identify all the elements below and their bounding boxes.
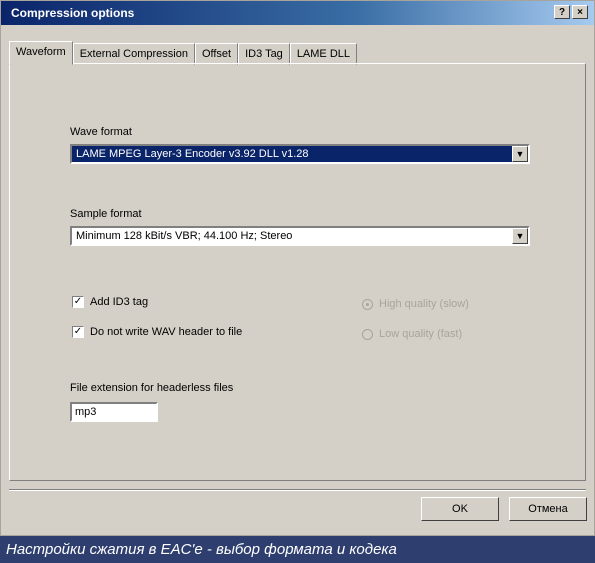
high-quality-radio[interactable]: High quality (slow) [362,298,469,310]
window-title: Compression options [11,6,135,20]
close-button[interactable]: × [572,5,588,19]
checkbox-box[interactable]: ✓ [72,326,84,338]
add-id3-tag-checkbox[interactable]: ✓ Add ID3 tag [72,296,148,308]
radio-dot[interactable] [362,298,373,310]
checkbox-box[interactable]: ✓ [72,296,84,308]
separator [9,489,586,491]
sample-format-value: Minimum 128 kBit/s VBR; 44.100 Hz; Stere… [76,230,293,242]
title-bar: Compression options ? × [1,1,594,25]
cancel-button[interactable]: Отмена [509,497,587,521]
sample-format-label: Sample format [70,208,142,220]
radio-dot[interactable] [362,328,373,340]
extension-input[interactable]: mp3 [70,402,158,422]
ok-button[interactable]: OK [421,497,499,521]
title-bar-buttons: ? × [554,5,588,19]
no-wav-header-checkbox[interactable]: ✓ Do not write WAV header to file [72,326,242,338]
low-quality-radio[interactable]: Low quality (fast) [362,328,462,340]
tab-lame-dll[interactable]: LAME DLL [289,43,358,65]
waveform-panel: Wave format LAME MPEG Layer-3 Encoder v3… [9,63,586,481]
figure-caption: Настройки сжатия в EAC'е - выбор формата… [0,536,595,563]
help-button[interactable]: ? [554,5,570,19]
add-id3-tag-label: Add ID3 tag [90,296,149,308]
tab-id3-tag[interactable]: ID3 Tag [238,43,290,65]
tab-external-compression[interactable]: External Compression [72,43,195,65]
wave-format-value: LAME MPEG Layer-3 Encoder v3.92 DLL v1.2… [76,148,309,160]
compression-options-dialog: Compression options ? × Waveform Externa… [0,0,595,536]
tab-offset[interactable]: Offset [194,43,239,65]
chevron-down-icon[interactable]: ▼ [512,228,528,244]
chevron-down-icon[interactable]: ▼ [512,146,528,162]
extension-label: File extension for headerless files [70,382,234,394]
low-quality-label: Low quality (fast) [379,328,463,340]
sample-format-select[interactable]: Minimum 128 kBit/s VBR; 44.100 Hz; Stere… [70,226,530,246]
wave-format-label: Wave format [70,126,132,138]
high-quality-label: High quality (slow) [379,298,469,310]
tab-waveform[interactable]: Waveform [9,41,73,65]
no-wav-header-label: Do not write WAV header to file [90,326,243,338]
tab-strip: Waveform External Compression Offset ID3… [9,41,358,65]
wave-format-select[interactable]: LAME MPEG Layer-3 Encoder v3.92 DLL v1.2… [70,144,530,164]
